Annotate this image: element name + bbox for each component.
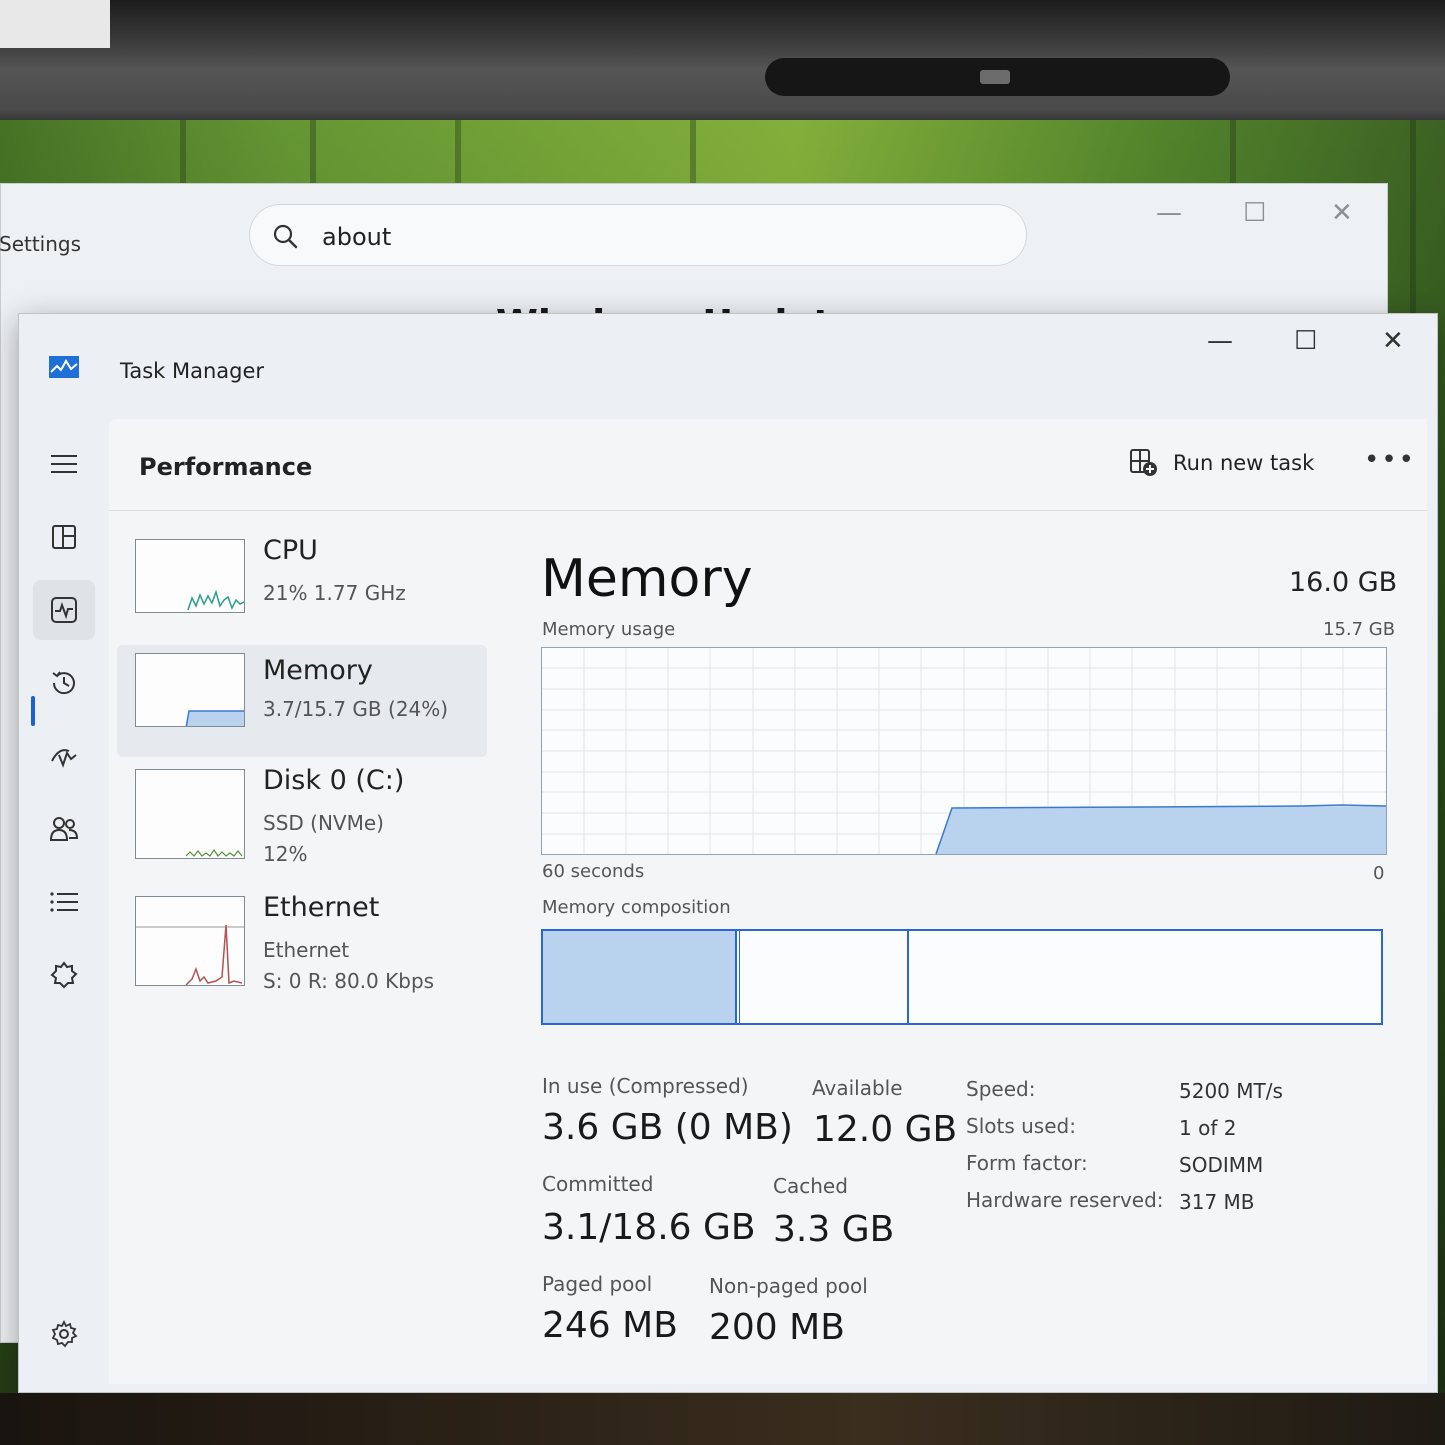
memory-usage-text: 3.7/15.7 GB (24%) — [263, 697, 449, 721]
window-title: Task Manager — [120, 359, 265, 383]
maximize-button[interactable]: ☐ — [1294, 326, 1317, 356]
performance-icon — [51, 597, 77, 623]
resource-item-cpu[interactable]: CPU 21% 1.77 GHz — [117, 535, 487, 645]
run-task-icon — [1130, 449, 1157, 476]
disk-usage-text: 12% — [263, 842, 308, 866]
task-manager-app-icon — [49, 356, 79, 378]
nav-details[interactable] — [33, 872, 95, 932]
run-new-task-label: Run new task — [1173, 451, 1315, 475]
startup-apps-icon — [51, 749, 77, 768]
resource-item-memory[interactable]: Memory 3.7/15.7 GB (24%) — [117, 645, 487, 757]
background-paper — [0, 0, 110, 48]
cpu-thumbnail-graph — [135, 539, 245, 613]
committed-label: Committed — [542, 1172, 654, 1196]
memory-composition-label: Memory composition — [542, 897, 731, 918]
available-label: Available — [812, 1076, 903, 1100]
hardware-reserved-label: Hardware reserved: — [966, 1188, 1164, 1212]
memory-total: 16.0 GB — [1289, 567, 1398, 598]
speed-label: Speed: — [966, 1077, 1036, 1101]
memory-usage-max: 15.7 GB — [1323, 619, 1396, 640]
resource-item-disk[interactable]: Disk 0 (C:) SSD (NVMe) 12% — [117, 765, 487, 879]
app-history-icon — [52, 671, 75, 695]
navigation-rail — [19, 414, 109, 1394]
processes-icon — [52, 525, 76, 549]
cached-value: 3.3 GB — [773, 1209, 895, 1250]
graph-time-end: 0 — [1373, 863, 1385, 884]
hamburger-menu-button[interactable] — [33, 434, 95, 494]
services-icon — [50, 961, 78, 989]
performance-content: Performance Run new task ••• CPU 21% 1.7… — [109, 419, 1427, 1384]
settings-minimize-button[interactable]: — — [1156, 198, 1182, 228]
run-new-task-button[interactable]: Run new task — [1129, 441, 1314, 485]
task-manager-window: Task Manager — ☐ ✕ Performance Run new t… — [18, 313, 1438, 1393]
desk-surface — [0, 1393, 1445, 1445]
resource-item-ethernet[interactable]: Ethernet Ethernet S: 0 R: 80.0 Kbps — [117, 892, 487, 1006]
speed-value: 5200 MT/s — [1179, 1079, 1283, 1103]
graph-time-start: 60 seconds — [542, 861, 645, 882]
page-title: Performance — [139, 453, 313, 481]
settings-icon — [51, 1320, 78, 1348]
in-use-value: 3.6 GB (0 MB) — [542, 1107, 793, 1148]
title-bar: Task Manager — ☐ ✕ — [19, 314, 1437, 414]
slots-used-value: 1 of 2 — [1179, 1116, 1237, 1140]
webcam-housing — [765, 58, 1230, 96]
nav-processes[interactable] — [33, 507, 95, 567]
nav-performance[interactable] — [33, 580, 95, 640]
form-factor-value: SODIMM — [1179, 1153, 1264, 1177]
hardware-reserved-value: 317 MB — [1179, 1190, 1255, 1214]
ethernet-label: Ethernet — [263, 892, 380, 923]
form-factor-label: Form factor: — [966, 1151, 1088, 1175]
users-icon — [49, 817, 79, 841]
cached-label: Cached — [773, 1174, 848, 1198]
nav-app-history[interactable] — [33, 653, 95, 713]
non-paged-pool-value: 200 MB — [709, 1307, 845, 1348]
more-options-button[interactable]: ••• — [1364, 445, 1416, 475]
ethernet-throughput-text: S: 0 R: 80.0 Kbps — [263, 969, 435, 993]
settings-close-button[interactable]: ✕ — [1331, 198, 1353, 228]
hamburger-icon — [51, 455, 77, 473]
available-value: 12.0 GB — [813, 1109, 958, 1150]
in-use-label: In use (Compressed) — [542, 1074, 749, 1098]
disk-thumbnail-graph — [135, 769, 245, 859]
disk-label: Disk 0 (C:) — [263, 765, 405, 796]
cpu-label: CPU — [263, 535, 318, 566]
memory-usage-label: Memory usage — [542, 619, 676, 640]
memory-label: Memory — [263, 655, 373, 686]
memory-thumbnail-graph — [135, 653, 245, 727]
cpu-usage-text: 21% 1.77 GHz — [263, 581, 406, 605]
composition-in-use-segment — [543, 931, 737, 1023]
disk-type-text: SSD (NVMe) — [263, 811, 384, 835]
nav-startup-apps[interactable] — [33, 726, 95, 786]
ethernet-thumbnail-graph — [135, 896, 245, 986]
search-icon — [273, 224, 298, 249]
settings-maximize-button[interactable]: ☐ — [1243, 198, 1266, 228]
close-button[interactable]: ✕ — [1382, 326, 1404, 356]
slots-used-label: Slots used: — [966, 1114, 1076, 1138]
ethernet-adapter-text: Ethernet — [263, 938, 350, 962]
settings-search-box[interactable]: about — [249, 204, 1027, 266]
settings-title: Settings — [0, 232, 82, 256]
content-header: Performance Run new task ••• — [109, 419, 1427, 511]
composition-standby-segment — [739, 931, 909, 1023]
details-icon — [50, 892, 78, 912]
paged-pool-label: Paged pool — [542, 1272, 653, 1296]
memory-usage-graph — [541, 647, 1387, 855]
search-input[interactable]: about — [322, 223, 391, 251]
paged-pool-value: 246 MB — [542, 1305, 678, 1346]
memory-heading: Memory — [541, 549, 753, 609]
nav-users[interactable] — [33, 799, 95, 859]
memory-composition-bar — [541, 929, 1383, 1025]
composition-free-segment — [911, 931, 1381, 1023]
laptop-bezel — [0, 0, 1445, 125]
nav-services[interactable] — [33, 945, 95, 1005]
non-paged-pool-label: Non-paged pool — [709, 1274, 868, 1298]
minimize-button[interactable]: — — [1207, 326, 1233, 356]
committed-value: 3.1/18.6 GB — [542, 1207, 756, 1248]
nav-settings[interactable] — [33, 1304, 95, 1364]
